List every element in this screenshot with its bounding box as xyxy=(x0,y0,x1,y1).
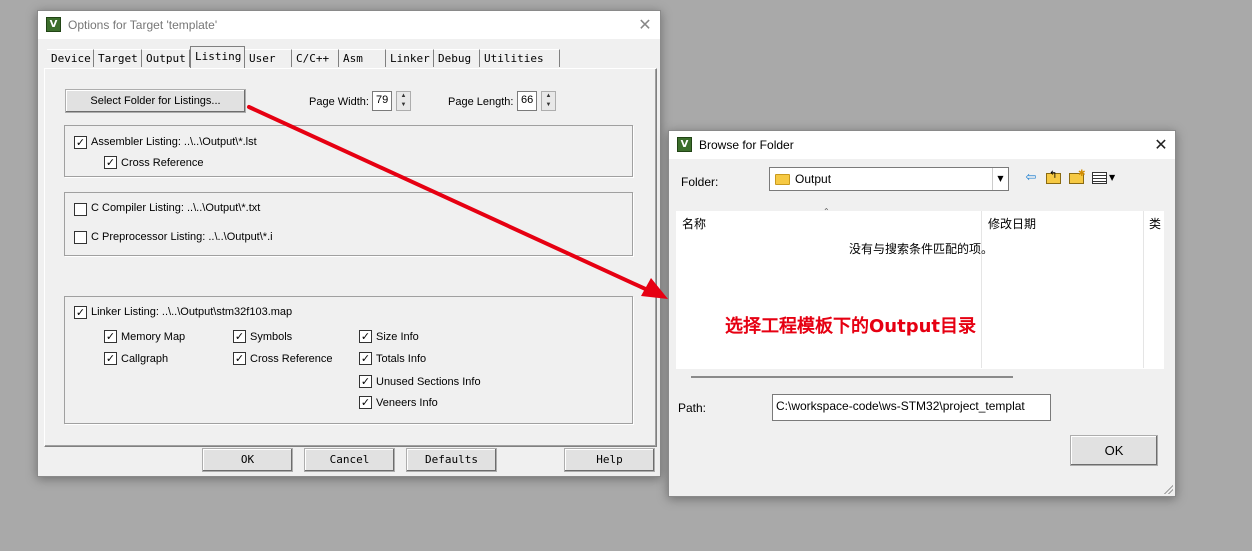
browse-ok-button[interactable]: OK xyxy=(1070,435,1158,466)
column-separator[interactable] xyxy=(1143,211,1144,368)
empty-list-message: 没有与搜索条件匹配的项。 xyxy=(849,242,994,256)
browse-titlebar: V Browse for Folder ✕ xyxy=(669,131,1175,159)
veneers-info-checkbox[interactable]: ✓ xyxy=(359,396,372,409)
c-compiler-listing-checkbox[interactable] xyxy=(74,203,87,216)
symbols-label: Symbols xyxy=(250,331,293,343)
page-width-stepper[interactable]: ▲ ▼ xyxy=(396,91,411,111)
back-arrow-icon[interactable]: ⇦ xyxy=(1022,170,1040,186)
totals-info-checkbox[interactable]: ✓ xyxy=(359,352,372,365)
select-folder-button[interactable]: Select Folder for Listings... xyxy=(65,89,246,113)
spin-down-icon[interactable]: ▼ xyxy=(542,101,555,110)
page-length-label: Page Length: xyxy=(448,96,514,108)
assembler-listing-group xyxy=(64,125,633,177)
asm-cross-reference-label: Cross Reference xyxy=(121,157,204,169)
options-dialog: V Options for Target 'template' ✕ Device… xyxy=(37,10,661,477)
page-length-stepper[interactable]: ▲ ▼ xyxy=(541,91,556,111)
resize-grip-icon[interactable] xyxy=(1163,484,1173,494)
linker-cross-reference-checkbox[interactable]: ✓ xyxy=(233,352,246,365)
folder-icon xyxy=(775,174,790,185)
horizontal-scrollbar[interactable] xyxy=(691,376,1013,378)
options-titlebar: V Options for Target 'template' ✕ xyxy=(38,11,660,39)
callgraph-checkbox[interactable]: ✓ xyxy=(104,352,117,365)
assembler-listing-label: Assembler Listing: ..\..\Output\*.lst xyxy=(91,136,257,148)
ok-button[interactable]: OK xyxy=(202,448,293,472)
column-separator[interactable] xyxy=(981,211,982,368)
keil-app-icon: V xyxy=(677,137,692,152)
folder-combo[interactable]: Output ▼ xyxy=(769,167,1009,191)
unused-sections-info-checkbox[interactable]: ✓ xyxy=(359,375,372,388)
totals-info-label: Totals Info xyxy=(376,353,427,365)
path-label: Path: xyxy=(678,401,707,415)
tab-utilities[interactable]: Utilities xyxy=(480,49,560,67)
memory-map-checkbox[interactable]: ✓ xyxy=(104,330,117,343)
folder-combo-value: Output xyxy=(795,172,832,186)
cancel-button[interactable]: Cancel xyxy=(304,448,395,472)
tab-cpp[interactable]: C/C++ xyxy=(292,49,339,67)
defaults-button[interactable]: Defaults xyxy=(406,448,497,472)
tab-linker[interactable]: Linker xyxy=(386,49,434,67)
up-folder-icon[interactable]: ↰ xyxy=(1045,170,1063,186)
column-header-modified-date[interactable]: 修改日期 xyxy=(988,215,1036,232)
path-input[interactable]: C:\workspace-code\ws-STM32\project_templ… xyxy=(772,394,1051,421)
size-info-label: Size Info xyxy=(376,331,419,343)
asm-cross-reference-checkbox[interactable]: ✓ xyxy=(104,156,117,169)
help-button[interactable]: Help xyxy=(564,448,655,472)
close-icon[interactable]: ✕ xyxy=(1148,134,1174,156)
tab-target[interactable]: Target xyxy=(94,49,142,67)
linker-cross-reference-label: Cross Reference xyxy=(250,353,333,365)
c-preprocessor-listing-checkbox[interactable] xyxy=(74,231,87,244)
tab-device[interactable]: Device xyxy=(47,49,94,67)
spin-down-icon[interactable]: ▼ xyxy=(397,101,410,110)
keil-app-icon: V xyxy=(46,17,61,32)
c-compiler-listing-label: C Compiler Listing: ..\..\Output\*.txt xyxy=(91,202,261,214)
veneers-info-label: Veneers Info xyxy=(376,397,438,409)
listing-panel: Select Folder for Listings... Page Width… xyxy=(44,68,657,447)
file-list[interactable]: 名称 ⌃ 修改日期 类 没有与搜索条件匹配的项。 xyxy=(676,207,1164,369)
tab-output[interactable]: Output xyxy=(142,49,190,67)
chevron-down-icon[interactable]: ▼ xyxy=(992,168,1008,190)
callgraph-label: Callgraph xyxy=(121,353,169,365)
browse-dialog-title: Browse for Folder xyxy=(699,138,794,152)
new-folder-icon[interactable]: ✱ xyxy=(1068,169,1086,186)
linker-listing-checkbox[interactable]: ✓ xyxy=(74,306,87,319)
view-menu-icon[interactable]: ▼ xyxy=(1091,170,1121,186)
column-header-name[interactable]: 名称 xyxy=(682,215,706,232)
size-info-checkbox[interactable]: ✓ xyxy=(359,330,372,343)
folder-label: Folder: xyxy=(681,175,719,189)
spin-up-icon[interactable]: ▲ xyxy=(397,92,410,101)
page-width-label: Page Width: xyxy=(309,96,369,108)
spin-up-icon[interactable]: ▲ xyxy=(542,92,555,101)
page-width-input[interactable]: 79 xyxy=(372,91,392,111)
symbols-checkbox[interactable]: ✓ xyxy=(233,330,246,343)
memory-map-label: Memory Map xyxy=(121,331,186,343)
assembler-listing-checkbox[interactable]: ✓ xyxy=(74,136,87,149)
tab-listing[interactable]: Listing xyxy=(190,46,245,68)
close-icon[interactable]: ✕ xyxy=(632,14,658,36)
sort-ascending-icon: ⌃ xyxy=(823,207,830,216)
column-header-type[interactable]: 类 xyxy=(1149,215,1164,232)
page-length-input[interactable]: 66 xyxy=(517,91,537,111)
c-preprocessor-listing-label: C Preprocessor Listing: ..\..\Output\*.i xyxy=(91,231,273,243)
linker-listing-label: Linker Listing: ..\..\Output\stm32f103.m… xyxy=(91,306,293,318)
annotation-text: 选择工程模板下的Output目录 xyxy=(725,316,977,337)
tab-debug[interactable]: Debug xyxy=(434,49,480,67)
options-dialog-title: Options for Target 'template' xyxy=(68,18,218,32)
unused-sections-info-label: Unused Sections Info xyxy=(376,376,481,388)
tab-asm[interactable]: Asm xyxy=(339,49,386,67)
tab-user[interactable]: User xyxy=(245,49,292,67)
